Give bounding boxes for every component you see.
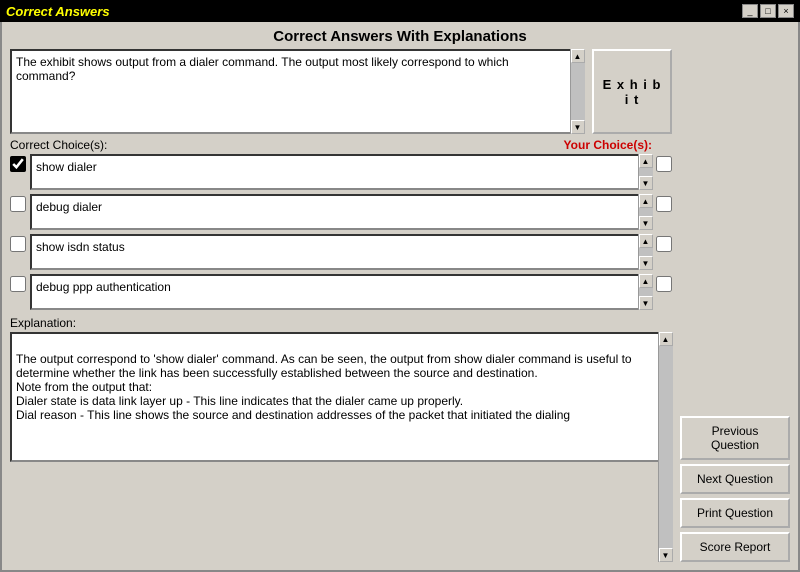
- your-checkbox-2[interactable]: [656, 196, 672, 212]
- app-title: Correct Answers: [6, 4, 110, 19]
- main-window: Correct Answers With Explanations The ex…: [0, 22, 800, 572]
- choice-scrollbar-1[interactable]: ▲ ▼: [638, 154, 652, 190]
- scroll-down-3[interactable]: ▼: [639, 256, 653, 270]
- question-container: The exhibit shows output from a dialer c…: [10, 49, 584, 134]
- choice-scrollbar-4[interactable]: ▲ ▼: [638, 274, 652, 310]
- title-bar: Correct Answers _ □ ×: [0, 0, 800, 22]
- content-area: The exhibit shows output from a dialer c…: [2, 49, 798, 570]
- choice-row-2: debug dialer ▲ ▼: [10, 194, 672, 230]
- page-title: Correct Answers With Explanations: [2, 22, 798, 49]
- choice-scrollbar-2[interactable]: ▲ ▼: [638, 194, 652, 230]
- your-checkbox-3[interactable]: [656, 236, 672, 252]
- choice-text-2: debug dialer: [30, 194, 652, 230]
- scroll-down-4[interactable]: ▼: [639, 296, 653, 310]
- close-button[interactable]: ×: [778, 4, 794, 18]
- scroll-down-2[interactable]: ▼: [639, 216, 653, 230]
- choice-row-4: debug ppp authentication ▲ ▼: [10, 274, 672, 310]
- question-scrollbar[interactable]: ▲ ▼: [570, 49, 584, 134]
- title-controls: _ □ ×: [742, 4, 794, 18]
- minimize-button[interactable]: _: [742, 4, 758, 18]
- your-checkbox-1[interactable]: [656, 156, 672, 172]
- correct-checkbox-4[interactable]: [10, 276, 26, 292]
- scroll-up-3[interactable]: ▲: [639, 234, 653, 248]
- scroll-up-4[interactable]: ▲: [639, 274, 653, 288]
- expl-scroll-down[interactable]: ▼: [659, 548, 673, 562]
- explanation-label: Explanation:: [10, 316, 672, 330]
- track-2: [639, 208, 653, 216]
- track-3: [639, 248, 653, 256]
- scroll-up-1[interactable]: ▲: [639, 154, 653, 168]
- correct-checkbox-1[interactable]: [10, 156, 26, 172]
- exhibit-button[interactable]: E x h i b i t: [592, 49, 672, 134]
- maximize-button[interactable]: □: [760, 4, 776, 18]
- labels-row: Correct Choice(s): Your Choice(s):: [10, 136, 672, 154]
- print-question-button[interactable]: Print Question: [680, 498, 790, 528]
- explanation-scrollbar[interactable]: ▲ ▼: [658, 332, 672, 562]
- choice-scrollbar-3[interactable]: ▲ ▼: [638, 234, 652, 270]
- scroll-down-1[interactable]: ▼: [639, 176, 653, 190]
- track-4: [639, 288, 653, 296]
- choice-row-1: show dialer ▲ ▼: [10, 154, 672, 190]
- your-checkbox-4[interactable]: [656, 276, 672, 292]
- explanation-container: The output correspond to 'show dialer' c…: [10, 332, 672, 562]
- scroll-track: [571, 63, 585, 120]
- scroll-down-arrow[interactable]: ▼: [571, 120, 585, 134]
- previous-question-button[interactable]: Previous Question: [680, 416, 790, 460]
- expl-track: [659, 346, 673, 548]
- score-report-button[interactable]: Score Report: [680, 532, 790, 562]
- choice-text-1: show dialer: [30, 154, 652, 190]
- choice-row-3: show isdn status ▲ ▼: [10, 234, 672, 270]
- expl-scroll-up[interactable]: ▲: [659, 332, 673, 346]
- choice-text-4: debug ppp authentication: [30, 274, 652, 310]
- choice-text-3: show isdn status: [30, 234, 652, 270]
- correct-choices-label: Correct Choice(s):: [10, 138, 107, 152]
- your-choices-label: Your Choice(s):: [564, 138, 652, 152]
- scroll-up-arrow[interactable]: ▲: [571, 49, 585, 63]
- track-1: [639, 168, 653, 176]
- correct-checkbox-3[interactable]: [10, 236, 26, 252]
- right-panel: Previous Question Next Question Print Qu…: [680, 49, 790, 562]
- explanation-text: The output correspond to 'show dialer' c…: [10, 332, 672, 462]
- question-text: The exhibit shows output from a dialer c…: [10, 49, 584, 134]
- correct-checkbox-2[interactable]: [10, 196, 26, 212]
- next-question-button[interactable]: Next Question: [680, 464, 790, 494]
- left-panel: The exhibit shows output from a dialer c…: [10, 49, 672, 562]
- scroll-up-2[interactable]: ▲: [639, 194, 653, 208]
- question-wrapper: The exhibit shows output from a dialer c…: [10, 49, 672, 134]
